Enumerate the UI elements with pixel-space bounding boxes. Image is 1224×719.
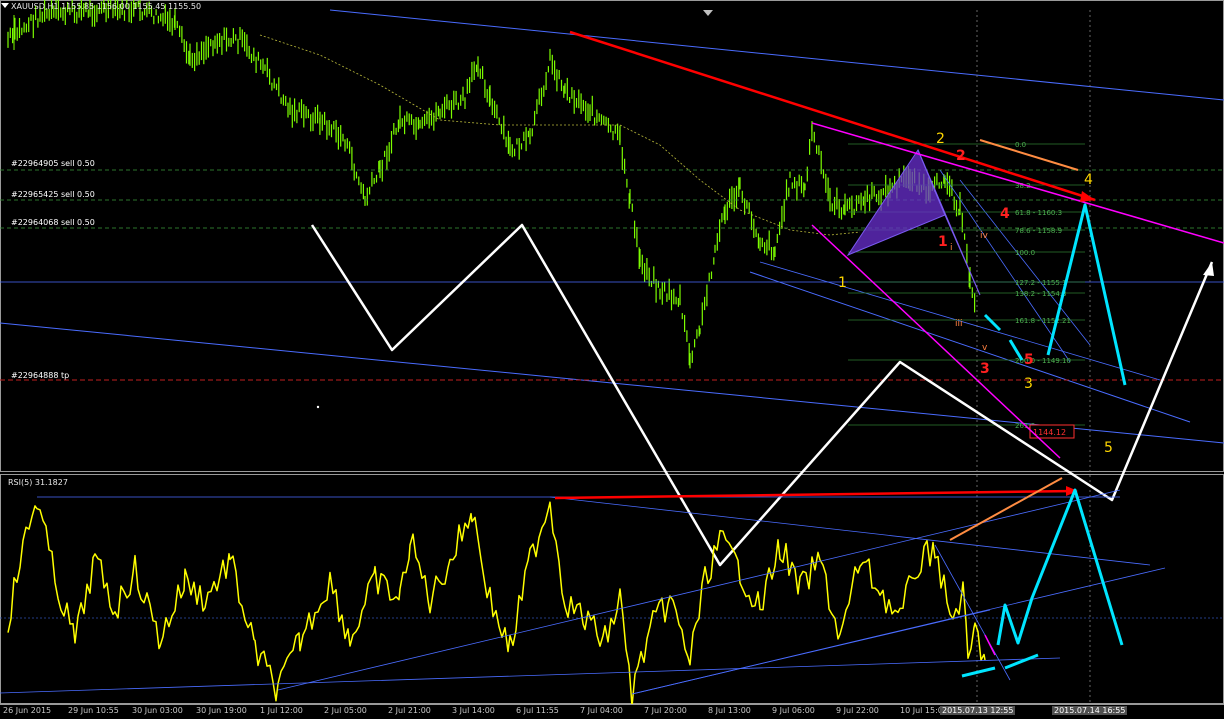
x-tick-label: 1 Jul 12:00 bbox=[260, 706, 303, 715]
harmonic-pattern bbox=[846, 148, 946, 257]
fib-label: 161.8 - 1152.21 bbox=[1015, 317, 1071, 325]
projection-cyan bbox=[961, 666, 996, 678]
order-label[interactable]: #22965425 sell 0.50 bbox=[11, 190, 95, 200]
rsi-trendline bbox=[0, 657, 1061, 694]
orange-segment bbox=[979, 139, 1079, 171]
symbol-label: XAUUSD,H1 bbox=[11, 2, 59, 11]
fib-label: 0.0 bbox=[1015, 141, 1026, 149]
projection-cyan bbox=[1004, 653, 1039, 670]
red-trendline bbox=[569, 30, 1096, 202]
x-tick-label: 9 Jul 22:00 bbox=[836, 706, 879, 715]
wave-label-roman: iv bbox=[980, 231, 989, 241]
wave-label-roman: iii bbox=[955, 319, 963, 329]
rsi-channel-line bbox=[984, 634, 996, 656]
chart-window[interactable]: 0.0 38.2 61.8 - 1160.3 78.6 - 1158.9 100.0 12… bbox=[0, 0, 1224, 719]
projection-cyan bbox=[983, 313, 1002, 332]
wave-label-red: 4 bbox=[1000, 206, 1010, 222]
x-tick-label: 2 Jul 05:00 bbox=[324, 706, 367, 715]
order-label[interactable]: #22964888 tp bbox=[11, 371, 69, 381]
symbol-title: XAUUSD,H1 1155.85 1156.00 1155.45 1155.5… bbox=[11, 2, 201, 11]
wave-label-yellow: 2 bbox=[936, 131, 945, 147]
trendline bbox=[749, 271, 1191, 423]
x-tick-label: 2 Jul 21:00 bbox=[388, 706, 431, 715]
price-box-label: 1144.12 bbox=[1033, 428, 1066, 437]
x-tick-label: 8 Jul 13:00 bbox=[708, 706, 751, 715]
wave-label-roman: v bbox=[982, 343, 988, 353]
x-tick-label-highlighted: 2015.07.14 16:55 bbox=[1052, 706, 1128, 715]
fib-label: 61.8 - 1160.3 bbox=[1015, 209, 1062, 217]
trendline bbox=[939, 169, 1071, 363]
point-marker bbox=[316, 405, 320, 409]
x-tick-label: 30 Jun 19:00 bbox=[196, 706, 247, 715]
wave-label-yellow: 4 bbox=[1084, 172, 1093, 188]
time-axis: 26 Jun 2015 29 Jun 10:55 30 Jun 03:00 30… bbox=[0, 704, 1224, 719]
orange-segment bbox=[949, 477, 1063, 541]
rsi-trendline bbox=[934, 544, 1011, 681]
chart-canvas: 0.038.261.8 - 1160.378.6 - 1158.9100.012… bbox=[0, 0, 1224, 708]
rsi-label: RSI(5) 31.1827 bbox=[8, 478, 68, 487]
x-tick-label: 30 Jun 03:00 bbox=[132, 706, 183, 715]
order-label[interactable]: #22964068 sell 0.50 bbox=[11, 218, 95, 228]
wave-label-yellow: 5 bbox=[1104, 440, 1113, 456]
wave-label-red: 2 bbox=[956, 148, 966, 164]
order-label[interactable]: #22964905 sell 0.50 bbox=[11, 159, 95, 169]
rsi-line bbox=[7, 501, 986, 708]
fib-label: 138.2 - 1154.3 bbox=[1015, 290, 1067, 298]
x-tick-label: 3 Jul 14:00 bbox=[452, 706, 495, 715]
chart-shift-marker-icon[interactable] bbox=[703, 10, 713, 16]
x-tick-label: 7 Jul 04:00 bbox=[580, 706, 623, 715]
x-tick-label: 7 Jul 20:00 bbox=[644, 706, 687, 715]
x-tick-label-highlighted: 2015.07.13 12:55 bbox=[940, 706, 1016, 715]
wave-label-yellow: 3 bbox=[1024, 376, 1033, 392]
fib-label: 78.6 - 1158.9 bbox=[1015, 227, 1062, 235]
x-tick-label: 6 Jul 11:55 bbox=[516, 706, 559, 715]
wave-label-red: 3 bbox=[980, 361, 990, 377]
wave-label-red: 5 bbox=[1024, 352, 1034, 368]
ohlc-readout: 1155.85 1156.00 1155.45 1155.50 bbox=[61, 2, 202, 11]
x-tick-label: 29 Jun 10:55 bbox=[68, 706, 119, 715]
wave-label-roman: i bbox=[950, 243, 953, 253]
moving-average bbox=[259, 34, 861, 236]
fib-label: 127.2 - 1155.1 bbox=[1015, 279, 1067, 287]
chart-menu-icon[interactable] bbox=[1, 3, 9, 8]
x-tick-label: 9 Jul 06:00 bbox=[772, 706, 815, 715]
x-tick-label: 26 Jun 2015 bbox=[3, 706, 52, 715]
projection-cyan bbox=[996, 488, 1124, 646]
wave-label-red: 1 bbox=[938, 234, 948, 250]
fib-label: 100.0 bbox=[1015, 249, 1035, 257]
wave-label-yellow: 1 bbox=[838, 275, 847, 291]
